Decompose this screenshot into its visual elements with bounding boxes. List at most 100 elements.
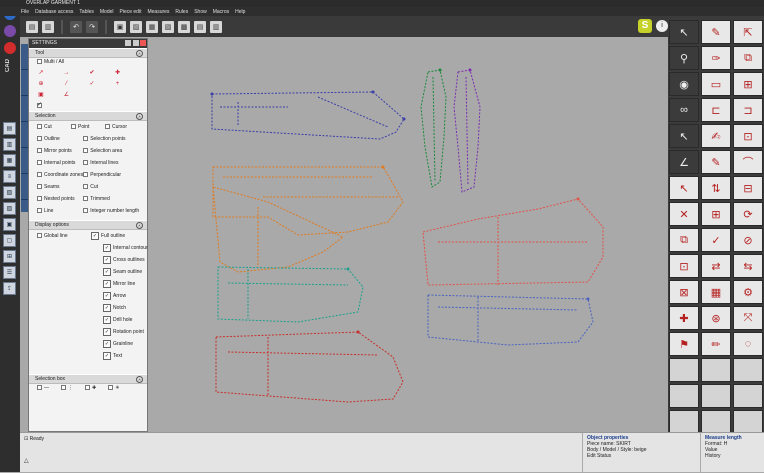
tool-stack-icon[interactable]: ≡ — [3, 170, 16, 183]
side-tab-1[interactable] — [21, 44, 28, 70]
sel-checkbox[interactable] — [83, 196, 89, 202]
sel-item[interactable]: Internal points — [37, 159, 83, 168]
sel-item[interactable]: Coordinate zones — [37, 171, 83, 180]
selbox-checkbox[interactable] — [108, 385, 114, 391]
sel-checkbox[interactable] — [83, 172, 89, 178]
tool-export-icon[interactable]: ⇪ — [3, 282, 16, 295]
piece-copy-icon[interactable]: ⧉ — [733, 46, 763, 70]
multi-row[interactable]: Multi / All — [29, 58, 147, 67]
tree-item[interactable]: ✓ Rotation point — [29, 326, 147, 338]
sel-item[interactable]: Outline — [37, 135, 83, 144]
sel-checkbox[interactable] — [83, 148, 89, 154]
sel-item[interactable]: Mirror points — [37, 147, 83, 156]
rotate-icon[interactable]: ⟳ — [733, 202, 763, 226]
align-icon[interactable]: ✎ — [701, 20, 731, 44]
menu-model[interactable]: Model — [100, 9, 114, 15]
orange-pattern-piece[interactable] — [212, 166, 404, 236]
selbox-option[interactable]: ⋮ — [61, 384, 73, 393]
purple-pattern-piece[interactable] — [453, 69, 481, 193]
sel-checkbox[interactable] — [71, 124, 76, 130]
shape-icon[interactable]: ⊡ — [733, 124, 763, 148]
tool-extra-checkbox[interactable] — [37, 101, 42, 110]
sel-checkbox[interactable] — [37, 184, 42, 190]
doc-dup-icon[interactable]: ⧉ — [669, 228, 699, 252]
collapse-icon[interactable]: ˄ — [136, 222, 143, 229]
select-icon[interactable]: ↖ — [669, 20, 699, 44]
grid-mark-icon[interactable]: ⊞ — [701, 202, 731, 226]
notch-icon[interactable]: ⌒ — [733, 150, 763, 174]
tree-item[interactable]: ✓ Arrow — [29, 290, 147, 302]
pattern-canvas[interactable] — [148, 37, 668, 432]
piece-new-icon[interactable]: ▭ — [701, 72, 731, 96]
menu-rules[interactable]: Rules — [175, 9, 188, 15]
sel-item[interactable]: Line — [37, 207, 83, 216]
tool-doc-icon[interactable]: ▧ — [3, 186, 16, 199]
trace-icon[interactable]: ◌ — [733, 332, 763, 356]
sel-item[interactable]: Seams — [37, 183, 83, 192]
swap-icon[interactable]: ⇆ — [733, 254, 763, 278]
tool-line-icon[interactable]: ⁄ — [63, 81, 71, 88]
selbox-checkbox[interactable] — [61, 385, 66, 391]
doc-lock-icon[interactable]: ⊡ — [669, 254, 699, 278]
tool-grid-icon[interactable]: ▦ — [3, 154, 16, 167]
section-selbox-header[interactable]: Selection box ˄ — [29, 374, 147, 384]
collapse-icon[interactable]: ˄ — [136, 376, 143, 383]
doc-edit-icon[interactable]: ✍ — [701, 124, 731, 148]
sel-checkbox[interactable] — [83, 160, 89, 166]
s-logo-icon[interactable]: S — [638, 19, 652, 33]
sel-item[interactable]: Selection points — [83, 135, 139, 144]
zoom-icon[interactable]: ⚲ — [669, 46, 699, 70]
plot-icon[interactable]: ▩ — [178, 20, 190, 33]
blue-pattern-piece[interactable] — [427, 294, 594, 346]
save-as-icon[interactable]: ▨ — [130, 20, 142, 33]
orange-pattern-piece-2[interactable] — [212, 186, 344, 273]
sel-checkbox[interactable] — [83, 136, 89, 142]
mirror-icon[interactable]: ⇱ — [733, 20, 763, 44]
sel-checkbox[interactable] — [37, 196, 42, 202]
mirror-split-icon[interactable]: ⊟ — [733, 176, 763, 200]
tree-checkbox[interactable]: ✓ — [91, 231, 99, 240]
close-icon[interactable] — [140, 40, 146, 46]
sel-checkbox[interactable] — [83, 208, 89, 214]
side-tab-4[interactable] — [21, 122, 28, 148]
minimize-icon[interactable] — [125, 40, 131, 46]
collapse-icon[interactable]: ˄ — [136, 50, 143, 57]
tool-scale-icon[interactable]: ⊞ — [3, 250, 16, 263]
menu-measures[interactable]: Measures — [147, 9, 169, 15]
menu-macros[interactable]: Macros — [213, 9, 229, 15]
tool-cross-icon[interactable]: + — [114, 81, 122, 88]
sel-item[interactable]: Trimmed — [83, 195, 139, 204]
redo-icon[interactable]: ↷ — [86, 20, 98, 33]
doc-x-icon[interactable]: ✕ — [669, 202, 699, 226]
tool-arrow-icon[interactable]: → — [63, 70, 71, 77]
marker-icon[interactable]: ▥ — [210, 20, 222, 33]
piece-edit-icon[interactable]: ✎ — [701, 150, 731, 174]
tool-check-icon[interactable]: ✔ — [88, 70, 96, 77]
section-tool-header[interactable]: Tool ˄ — [29, 48, 147, 58]
menu-show[interactable]: Show — [194, 9, 207, 15]
section-display-header[interactable]: Display options ˄ — [29, 220, 147, 230]
red-pattern-piece[interactable] — [215, 331, 404, 403]
side-tab-2[interactable] — [21, 70, 28, 96]
sel-checkbox[interactable] — [37, 172, 42, 178]
sel-item[interactable]: Perpendicular — [83, 171, 139, 180]
menu-piece-edit[interactable]: Piece edit — [120, 9, 142, 15]
doc-check-icon[interactable]: ✓ — [701, 228, 731, 252]
navy-pattern-piece[interactable] — [211, 91, 405, 140]
tree-item[interactable]: ✓ Mirror line — [29, 278, 147, 290]
doc-pencil-icon[interactable]: ✏ — [701, 332, 731, 356]
tool-print-icon[interactable]: ▤ — [3, 122, 16, 135]
save-icon[interactable]: ▣ — [114, 20, 126, 33]
gear-icon[interactable]: ⚙ — [733, 280, 763, 304]
pointer-icon[interactable]: ↖ — [669, 124, 699, 148]
tool-extra-row[interactable] — [29, 101, 147, 111]
tool-box-icon[interactable]: ▣ — [37, 92, 45, 99]
restore-icon[interactable] — [133, 40, 139, 46]
sel-checkbox[interactable] — [83, 184, 89, 190]
tree-checkbox[interactable]: ✓ — [103, 279, 111, 288]
tree-checkbox[interactable]: ✓ — [103, 303, 111, 312]
side-tab-5[interactable] — [21, 148, 28, 174]
tree-checkbox[interactable]: ✓ — [103, 255, 111, 264]
sel-checkbox[interactable] — [37, 208, 42, 214]
tree-item[interactable]: ✓ Notch — [29, 302, 147, 314]
